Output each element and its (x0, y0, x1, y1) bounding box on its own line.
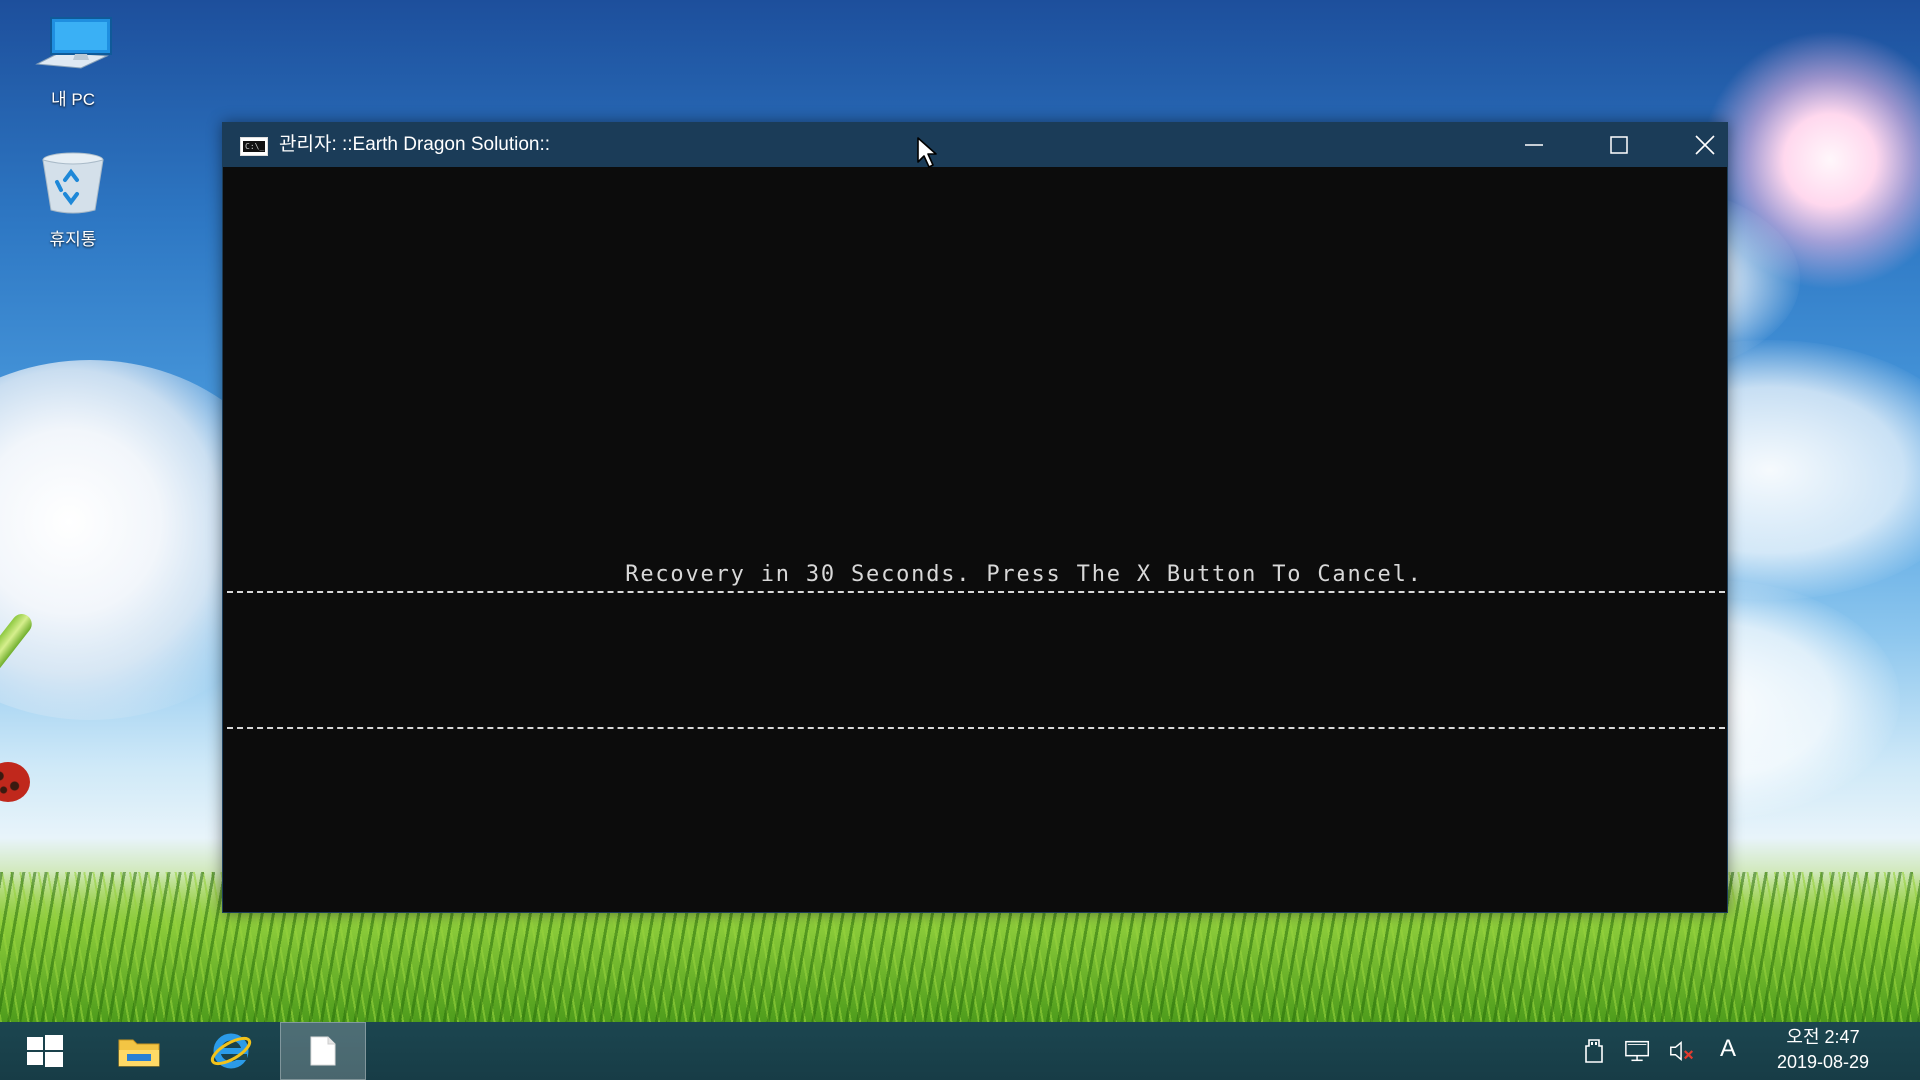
folder-icon (118, 1039, 160, 1067)
start-button[interactable] (14, 1022, 76, 1080)
dashed-separator (227, 591, 1725, 593)
clock-date: 2019-08-29 (1776, 1052, 1870, 1072)
desktop-icon-label: 내 PC (51, 90, 95, 109)
taskbar-file-explorer[interactable] (108, 1022, 170, 1080)
computer-icon (35, 17, 112, 69)
minimize-icon (1525, 144, 1543, 146)
system-clock[interactable]: 오전 2:47 2019-08-29 (1748, 1025, 1898, 1075)
taskbar-console-window[interactable] (280, 1022, 366, 1080)
mouse-cursor-icon (917, 137, 937, 168)
close-icon (1695, 135, 1715, 155)
window-title: 관리자: ::Earth Dragon Solution:: (279, 134, 551, 155)
desktop-icon-my-pc[interactable]: 내 PC (18, 14, 128, 110)
recycle-bin-icon (42, 152, 104, 214)
close-button[interactable] (1666, 123, 1744, 167)
safely-remove-hardware-icon[interactable] (1580, 1038, 1608, 1064)
maximize-button[interactable] (1580, 123, 1658, 167)
internet-explorer-icon (210, 1033, 252, 1069)
console-output[interactable]: Recovery in 30 Seconds. Press The X Butt… (223, 167, 1727, 912)
dashed-separator (227, 727, 1725, 729)
minimize-button[interactable] (1495, 123, 1573, 167)
clock-time: 오전 2:47 (1786, 1027, 1860, 1047)
window-titlebar[interactable]: C:\_ 관리자: ::Earth Dragon Solution:: (223, 123, 1727, 167)
network-icon[interactable] (1624, 1038, 1652, 1064)
console-icon: C:\_ (240, 137, 268, 156)
desktop-icon-label: 휴지통 (49, 230, 97, 249)
taskbar-internet-explorer[interactable] (200, 1022, 262, 1080)
ime-indicator[interactable]: A (1714, 1035, 1742, 1062)
desktop-icon-recycle-bin[interactable]: 휴지통 (18, 150, 128, 250)
document-icon (310, 1036, 336, 1066)
console-message: Recovery in 30 Seconds. Press The X Butt… (625, 562, 1423, 587)
windows-logo-icon (27, 1035, 63, 1067)
taskbar: A 오전 2:47 2019-08-29 (0, 1022, 1920, 1080)
maximize-icon (1610, 136, 1628, 154)
console-window[interactable]: C:\_ 관리자: ::Earth Dragon Solution:: Reco… (222, 122, 1728, 913)
volume-muted-icon[interactable] (1668, 1038, 1696, 1064)
ladybug (0, 762, 30, 802)
